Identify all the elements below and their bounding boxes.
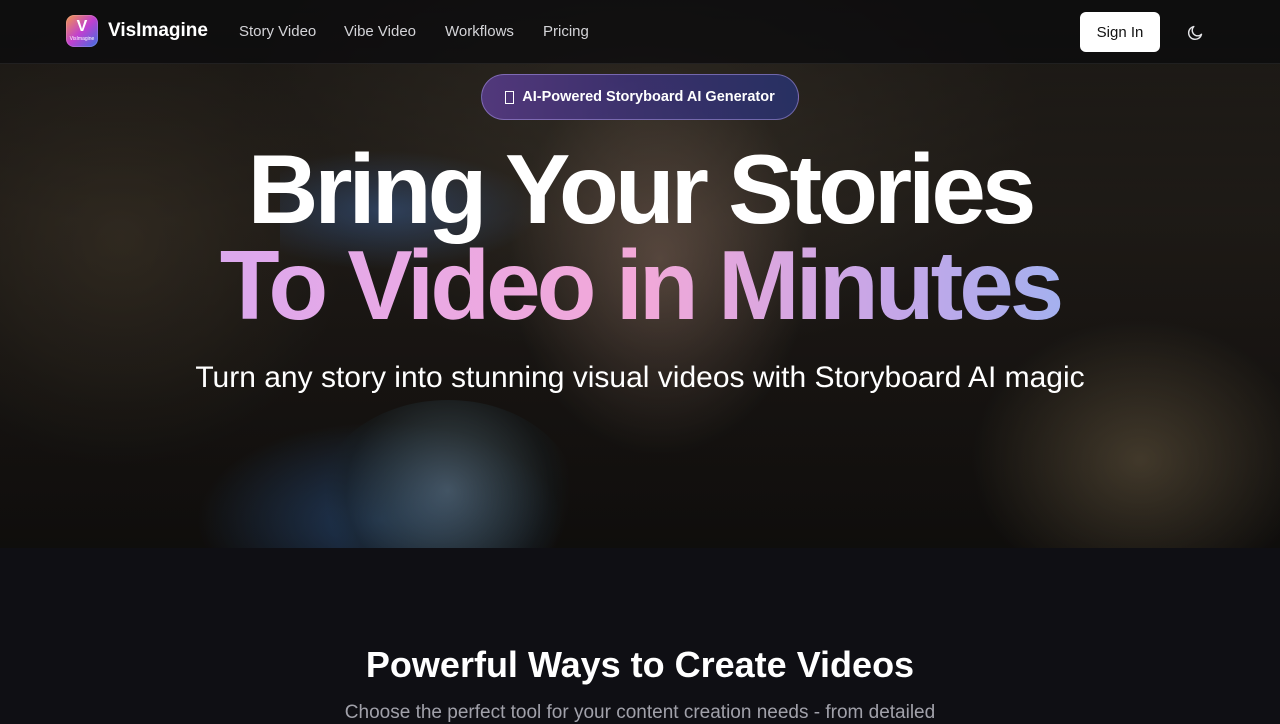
top-navigation-bar: V VisImagine VisImagine Story Video Vibe…	[0, 0, 1280, 64]
features-section	[0, 548, 1280, 720]
hero-headline-line-1: Bring Your Stories	[247, 134, 1037, 244]
section-subtitle: Choose the perfect tool for your content…	[344, 702, 936, 723]
brand-name[interactable]: VisImagine	[108, 20, 208, 42]
sign-in-button[interactable]: Sign In	[1080, 12, 1160, 52]
brand-logo-icon[interactable]: V VisImagine	[66, 15, 98, 47]
nav-link-workflows[interactable]: Workflows	[445, 23, 514, 40]
hero-subtitle: Turn any story into stunning visual vide…	[195, 361, 1085, 394]
section-title: Powerful Ways to Create Videos	[365, 644, 915, 685]
logo-letter: V	[76, 18, 88, 35]
missing-glyph-icon	[505, 90, 515, 104]
logo-text: VisImagine	[69, 36, 95, 42]
theme-toggle-button[interactable]	[1180, 16, 1212, 48]
nav-link-pricing[interactable]: Pricing	[543, 23, 589, 40]
badge-text: AI-Powered Storyboard AI Generator	[522, 89, 775, 105]
hero-headline-line-2: To Video in Minutes	[0, 236, 1280, 334]
nav-link-story-video[interactable]: Story Video	[239, 23, 316, 40]
nav-link-vibe-video[interactable]: Vibe Video	[344, 23, 416, 40]
moon-icon	[1187, 25, 1203, 41]
ai-powered-badge: AI-Powered Storyboard AI Generator	[481, 74, 799, 120]
